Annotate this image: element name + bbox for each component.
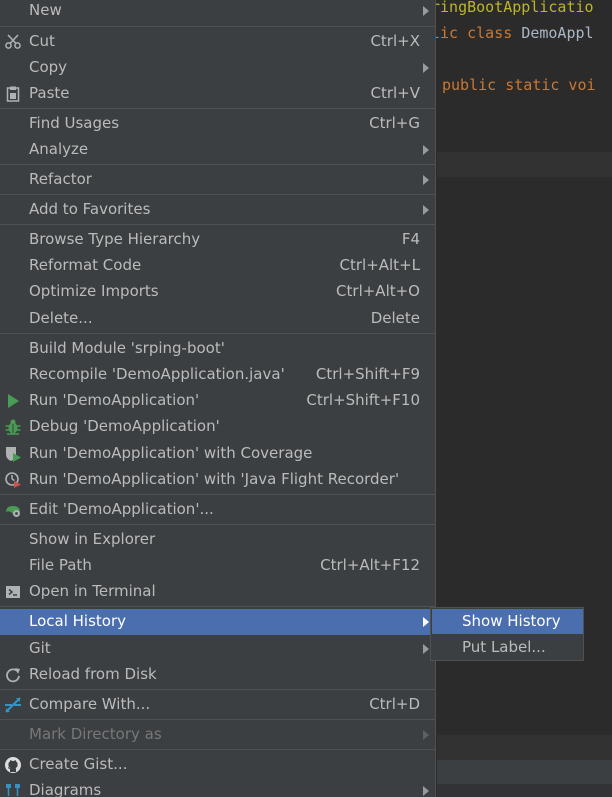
menu-item-run[interactable]: Run 'DemoApplication' Ctrl+Shift+F10 (0, 388, 435, 414)
reload-icon (4, 666, 22, 684)
submenu-arrow-icon (423, 205, 429, 215)
menu-item-analyze[interactable]: Analyze (0, 137, 435, 163)
context-menu: New Cut Ctrl+X Copy Paste Ctrl+V Find Us… (0, 0, 436, 797)
menu-item-open-in-terminal[interactable]: Open in Terminal (0, 579, 435, 605)
menu-separator (0, 606, 435, 607)
menu-item-recompile[interactable]: Recompile 'DemoApplication.java' Ctrl+Sh… (0, 362, 435, 388)
tool-window-strip-dark (437, 784, 612, 797)
menu-item-add-to-favorites[interactable]: Add to Favorites (0, 197, 435, 223)
menu-separator (0, 164, 435, 165)
menu-item-edit-configuration[interactable]: Edit 'DemoApplication'... (0, 497, 435, 523)
menu-item-reformat-code[interactable]: Reformat Code Ctrl+Alt+L (0, 253, 435, 279)
menu-separator (0, 524, 435, 525)
submenu-arrow-icon (423, 63, 429, 73)
menu-separator (0, 333, 435, 334)
menu-separator (0, 749, 435, 750)
code-line-main: public static voi (442, 76, 596, 94)
profiler-clock-icon (4, 471, 22, 489)
caret-row-highlight (437, 152, 612, 177)
menu-item-mark-directory-as: Mark Directory as (0, 722, 435, 748)
menu-separator (0, 26, 435, 27)
menu-item-file-path[interactable]: File Path Ctrl+Alt+F12 (0, 553, 435, 579)
menu-item-run-with-jfr[interactable]: Run 'DemoApplication' with 'Java Flight … (0, 467, 435, 493)
submenu-item-show-history[interactable]: Show History (432, 609, 583, 634)
diagram-icon (4, 782, 22, 797)
menu-item-debug[interactable]: Debug 'DemoApplication' (0, 414, 435, 440)
menu-separator (0, 689, 435, 690)
menu-item-delete[interactable]: Delete... Delete (0, 306, 435, 332)
menu-item-create-gist[interactable]: Create Gist... (0, 752, 435, 778)
menu-item-diagrams[interactable]: Diagrams (0, 778, 435, 797)
edit-config-icon (4, 501, 22, 519)
menu-item-refactor[interactable]: Refactor (0, 167, 435, 193)
menu-separator (0, 224, 435, 225)
github-icon (4, 756, 22, 774)
scissors-icon (4, 33, 22, 51)
local-history-submenu: Show History Put Label... (430, 607, 584, 661)
submenu-arrow-icon (423, 175, 429, 185)
menu-separator (0, 194, 435, 195)
menu-item-local-history[interactable]: Local History (0, 609, 435, 635)
menu-item-new[interactable]: New (0, 0, 435, 24)
clipboard-icon (4, 85, 22, 103)
menu-separator (0, 108, 435, 109)
submenu-arrow-icon (423, 617, 429, 627)
menu-separator (0, 494, 435, 495)
menu-item-run-with-coverage[interactable]: Run 'DemoApplication' with Coverage (0, 441, 435, 467)
submenu-arrow-icon (423, 145, 429, 155)
menu-item-optimize-imports[interactable]: Optimize Imports Ctrl+Alt+O (0, 279, 435, 305)
submenu-item-put-label[interactable]: Put Label... (432, 635, 583, 660)
submenu-arrow-icon (423, 730, 429, 740)
coverage-shield-icon (4, 445, 22, 463)
editor-row-highlight (437, 735, 612, 760)
menu-item-copy[interactable]: Copy (0, 55, 435, 81)
submenu-arrow-icon (423, 6, 429, 16)
menu-item-reload-from-disk[interactable]: Reload from Disk (0, 662, 435, 688)
menu-item-git[interactable]: Git (0, 636, 435, 662)
terminal-icon (4, 583, 22, 601)
menu-item-paste[interactable]: Paste Ctrl+V (0, 81, 435, 107)
run-icon (4, 392, 22, 410)
menu-item-compare-with[interactable]: Compare With... Ctrl+D (0, 692, 435, 718)
submenu-arrow-icon (423, 644, 429, 654)
compare-arrows-icon (4, 696, 22, 714)
menu-item-build-module[interactable]: Build Module 'srping-boot' (0, 336, 435, 362)
menu-item-show-in-explorer[interactable]: Show in Explorer (0, 527, 435, 553)
menu-item-cut[interactable]: Cut Ctrl+X (0, 29, 435, 55)
submenu-arrow-icon (423, 786, 429, 796)
code-line-annotation: ringBootApplicatio (431, 0, 594, 16)
menu-separator (0, 719, 435, 720)
menu-item-find-usages[interactable]: Find Usages Ctrl+G (0, 111, 435, 137)
code-line-class: lic class DemoAppl (431, 24, 594, 42)
menu-item-browse-type-hierarchy[interactable]: Browse Type Hierarchy F4 (0, 227, 435, 253)
bug-icon (4, 418, 22, 436)
